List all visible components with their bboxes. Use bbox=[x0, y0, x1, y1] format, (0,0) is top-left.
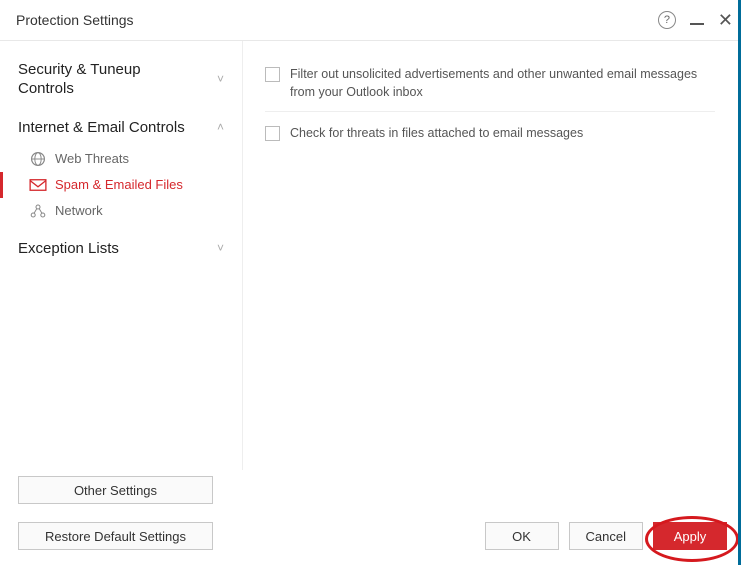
chevron-up-icon: ˄ bbox=[217, 120, 224, 134]
network-icon bbox=[29, 203, 47, 219]
ok-button[interactable]: OK bbox=[485, 522, 559, 550]
apply-button[interactable]: Apply bbox=[653, 522, 727, 550]
sidebar: Security & Tuneup Controls ˅ Internet & … bbox=[0, 41, 242, 513]
button-label: Cancel bbox=[586, 529, 626, 544]
sidebar-item-label: Web Threats bbox=[55, 151, 129, 166]
sidebar-item-spam-emailed-files[interactable]: Spam & Emailed Files bbox=[0, 172, 242, 198]
button-label: OK bbox=[512, 529, 531, 544]
sidebar-item-network[interactable]: Network bbox=[0, 198, 242, 224]
sidebar-item-label: Network bbox=[55, 203, 103, 218]
chevron-down-icon: ˅ bbox=[217, 72, 224, 87]
section-label: Internet & Email Controls bbox=[18, 119, 185, 136]
help-icon[interactable]: ? bbox=[658, 11, 676, 29]
sidebar-item-label: Spam & Emailed Files bbox=[55, 177, 183, 192]
section-label: Exception Lists bbox=[18, 240, 119, 257]
bottom-bar: Other Settings Restore Default Settings … bbox=[0, 470, 741, 565]
close-icon[interactable]: ✕ bbox=[718, 11, 733, 29]
section-exception-lists[interactable]: Exception Lists ˅ bbox=[0, 234, 242, 263]
section-internet-email[interactable]: Internet & Email Controls ˄ bbox=[0, 113, 242, 142]
setting-filter-spam: Filter out unsolicited advertisements an… bbox=[265, 59, 715, 112]
window-title: Protection Settings bbox=[16, 12, 134, 28]
restore-defaults-button[interactable]: Restore Default Settings bbox=[18, 522, 213, 550]
section-security-tuneup[interactable]: Security & Tuneup Controls ˅ bbox=[0, 55, 242, 105]
other-settings-button[interactable]: Other Settings bbox=[18, 476, 213, 504]
button-label: Apply bbox=[674, 529, 707, 544]
section-label: Security & Tuneup Controls bbox=[18, 61, 188, 99]
content-pane: Filter out unsolicited advertisements an… bbox=[242, 41, 741, 513]
titlebar: Protection Settings ? ✕ bbox=[0, 0, 741, 40]
checkbox-scan-attachments[interactable] bbox=[265, 126, 280, 141]
setting-scan-attachments: Check for threats in files attached to e… bbox=[265, 118, 715, 152]
minimize-icon[interactable] bbox=[690, 23, 704, 25]
sidebar-item-web-threats[interactable]: Web Threats bbox=[0, 146, 242, 172]
button-label: Restore Default Settings bbox=[45, 529, 186, 544]
globe-icon bbox=[29, 151, 47, 167]
checkbox-filter-spam[interactable] bbox=[265, 67, 280, 82]
envelope-icon bbox=[29, 177, 47, 193]
chevron-down-icon: ˅ bbox=[217, 241, 224, 255]
setting-label: Check for threats in files attached to e… bbox=[290, 124, 583, 142]
setting-label: Filter out unsolicited advertisements an… bbox=[290, 65, 715, 101]
cancel-button[interactable]: Cancel bbox=[569, 522, 643, 550]
button-label: Other Settings bbox=[74, 483, 157, 498]
